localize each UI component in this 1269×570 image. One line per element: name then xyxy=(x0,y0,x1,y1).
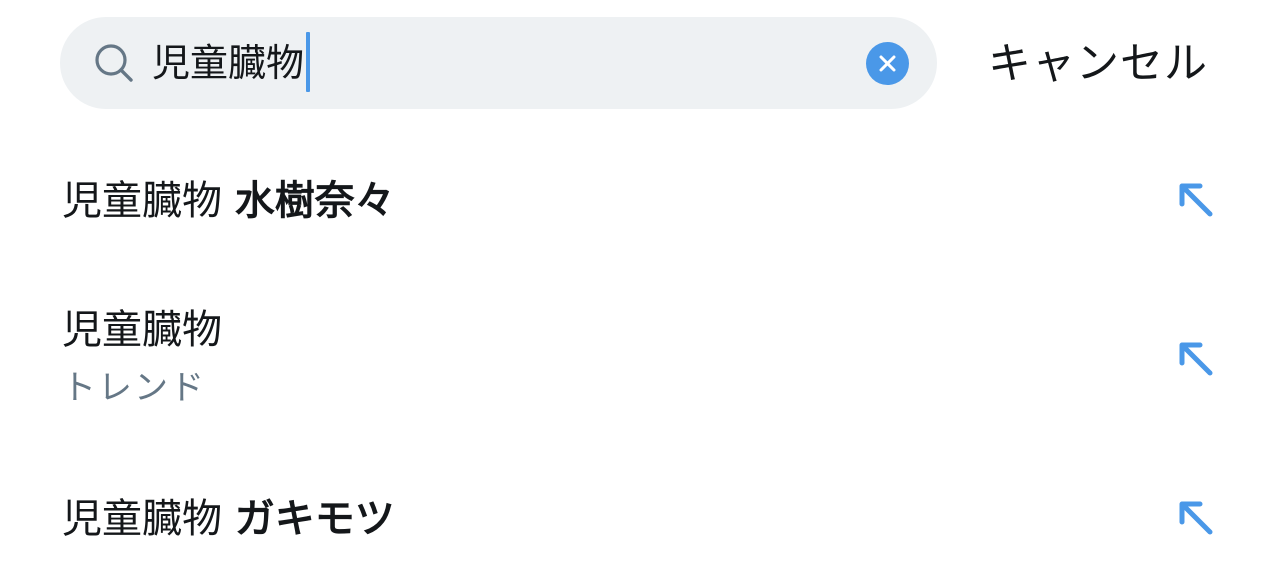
suggestion-item[interactable]: 児童臓物 トレンド xyxy=(0,300,1269,420)
arrow-up-left-icon[interactable] xyxy=(1176,180,1216,220)
clear-search-button[interactable] xyxy=(866,42,909,85)
suggestion-prefix: 児童臓物 xyxy=(62,496,222,542)
cancel-button[interactable]: キャンセル xyxy=(988,36,1208,92)
suggestion-item[interactable]: 児童臓物 水樹奈々 xyxy=(0,170,1269,230)
suggestion-query: 児童臓物 xyxy=(62,305,222,355)
suggestion-subtitle: トレンド xyxy=(62,368,206,408)
suggestion-query: 児童臓物 ガキモツ xyxy=(62,494,395,544)
search-query-text: 児童臓物 xyxy=(152,41,305,85)
clear-icon xyxy=(879,55,896,72)
suggestion-bold-term: 水樹奈々 xyxy=(234,178,395,224)
text-caret xyxy=(306,31,311,92)
suggestion-bold-term: ガキモツ xyxy=(234,496,395,542)
suggestion-prefix: 児童臓物 xyxy=(62,178,222,224)
arrow-up-left-icon[interactable] xyxy=(1176,339,1216,379)
arrow-up-left-icon[interactable] xyxy=(1176,498,1216,538)
suggestion-query: 児童臓物 水樹奈々 xyxy=(62,176,395,226)
search-bar[interactable]: 児童臓物 xyxy=(60,17,937,109)
search-input[interactable]: 児童臓物 xyxy=(152,31,311,92)
suggestion-item[interactable]: 児童臓物 ガキモツ xyxy=(0,488,1269,548)
search-icon xyxy=(92,41,136,85)
suggestion-prefix: 児童臓物 xyxy=(62,307,222,353)
